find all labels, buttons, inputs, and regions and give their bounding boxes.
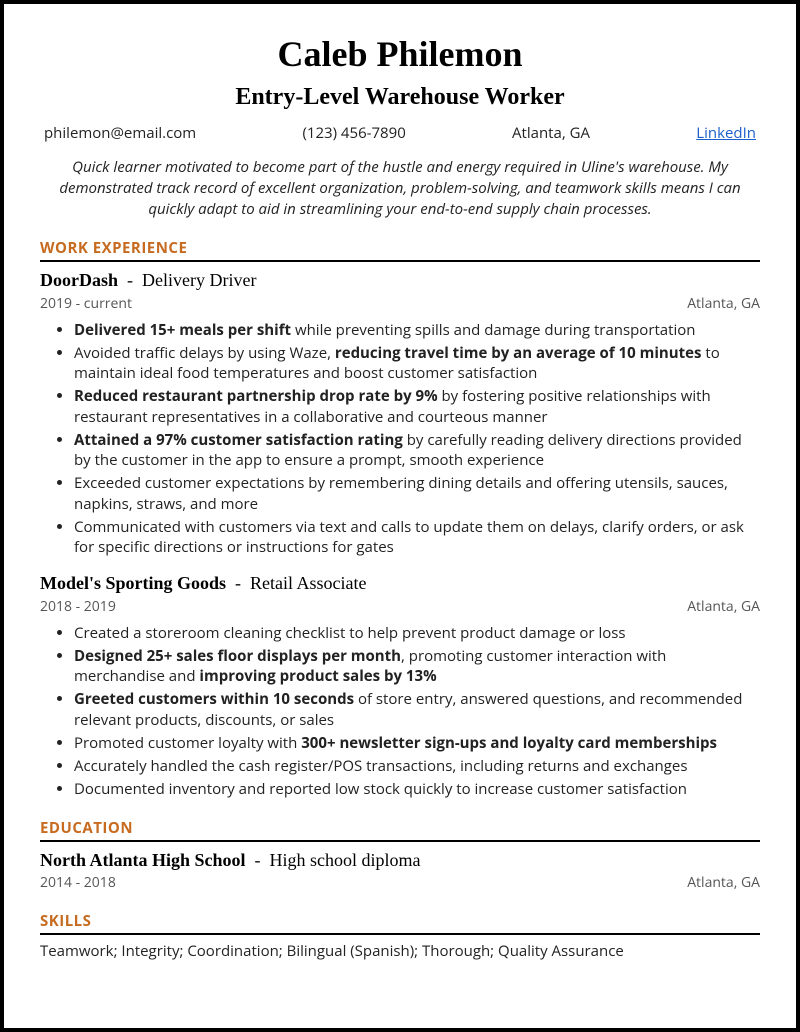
- bullet-bold: Attained a 97% customer satisfaction rat…: [74, 430, 403, 450]
- job-location: Atlanta, GA: [687, 598, 760, 617]
- bullet: Promoted customer loyalty with 300+ news…: [74, 733, 760, 753]
- job-dates: 2018 - 2019: [40, 598, 116, 617]
- job-dates-row: 2018 - 2019 Atlanta, GA: [40, 598, 760, 617]
- contact-location: Atlanta, GA: [512, 123, 590, 143]
- bullet-bold: Delivered 15+ meals per shift: [74, 320, 291, 340]
- bullet-text: Exceeded customer expectations by rememb…: [74, 473, 728, 513]
- job-location: Atlanta, GA: [687, 295, 760, 314]
- skills-text: Teamwork; Integrity; Coordination; Bilin…: [40, 941, 760, 961]
- contact-row: philemon@email.com (123) 456-7890 Atlant…: [40, 123, 760, 143]
- bullet-text: Created a storeroom cleaning checklist t…: [74, 623, 626, 643]
- section-rule: [40, 260, 760, 262]
- job-dates: 2019 - current: [40, 295, 132, 314]
- section-rule: [40, 933, 760, 935]
- section-heading-skills: SKILLS: [40, 911, 760, 933]
- separator: -: [250, 850, 270, 870]
- job-company: DoorDash: [40, 270, 118, 290]
- bullet-bold: Designed 25+ sales floor displays per mo…: [74, 646, 401, 666]
- education-dates-row: 2014 - 2018 Atlanta, GA: [40, 874, 760, 893]
- summary-text: Quick learner motivated to become part o…: [40, 157, 760, 220]
- applicant-title: Entry-Level Warehouse Worker: [40, 81, 760, 113]
- bullet-text: Communicated with customers via text and…: [74, 517, 744, 557]
- contact-phone: (123) 456-7890: [302, 123, 405, 143]
- bullet-bold: reducing travel time by an average of 10…: [335, 343, 702, 363]
- bullet-text: Avoided traffic delays by using Waze,: [74, 343, 335, 363]
- bullet-text: Documented inventory and reported low st…: [74, 779, 687, 799]
- linkedin-link[interactable]: LinkedIn: [696, 123, 756, 143]
- education-dates: 2014 - 2018: [40, 874, 116, 893]
- bullet: Communicated with customers via text and…: [74, 517, 760, 558]
- bullet: Exceeded customer expectations by rememb…: [74, 473, 760, 514]
- job-header: DoorDash - Delivery Driver: [40, 268, 760, 292]
- bullet: Reduced restaurant partnership drop rate…: [74, 386, 760, 427]
- section-rule: [40, 840, 760, 842]
- job-company: Model's Sporting Goods: [40, 573, 226, 593]
- job-header: Model's Sporting Goods - Retail Associat…: [40, 571, 760, 595]
- job-role: Delivery Driver: [142, 270, 256, 290]
- bullet-bold: 300+ newsletter sign-ups and loyalty car…: [301, 733, 717, 753]
- job-bullets: Created a storeroom cleaning checklist t…: [40, 623, 760, 800]
- job-bullets: Delivered 15+ meals per shift while prev…: [40, 320, 760, 558]
- bullet: Created a storeroom cleaning checklist t…: [74, 623, 760, 643]
- bullet-text: while preventing spills and damage durin…: [291, 320, 695, 340]
- bullet-text: Accurately handled the cash register/POS…: [74, 756, 687, 776]
- section-heading-education: EDUCATION: [40, 818, 760, 840]
- bullet: Documented inventory and reported low st…: [74, 779, 760, 799]
- bullet-bold: Greeted customers within 10 seconds: [74, 689, 354, 709]
- education-header: North Atlanta High School - High school …: [40, 848, 760, 872]
- bullet: Avoided traffic delays by using Waze, re…: [74, 343, 760, 384]
- bullet: Designed 25+ sales floor displays per mo…: [74, 646, 760, 687]
- education-location: Atlanta, GA: [687, 874, 760, 893]
- job-role: Retail Associate: [250, 573, 366, 593]
- bullet-bold: Reduced restaurant partnership drop rate…: [74, 386, 438, 406]
- applicant-name: Caleb Philemon: [40, 30, 760, 79]
- bullet-bold: improving product sales by 13%: [199, 666, 436, 686]
- section-heading-work: WORK EXPERIENCE: [40, 238, 760, 260]
- bullet: Accurately handled the cash register/POS…: [74, 756, 760, 776]
- bullet-text: Promoted customer loyalty with: [74, 733, 301, 753]
- bullet: Delivered 15+ meals per shift while prev…: [74, 320, 760, 340]
- job-dates-row: 2019 - current Atlanta, GA: [40, 295, 760, 314]
- bullet: Attained a 97% customer satisfaction rat…: [74, 430, 760, 471]
- bullet: Greeted customers within 10 seconds of s…: [74, 689, 760, 730]
- school-name: North Atlanta High School: [40, 850, 246, 870]
- contact-email: philemon@email.com: [44, 123, 196, 143]
- degree: High school diploma: [270, 850, 421, 870]
- separator: -: [231, 573, 251, 593]
- separator: -: [123, 270, 143, 290]
